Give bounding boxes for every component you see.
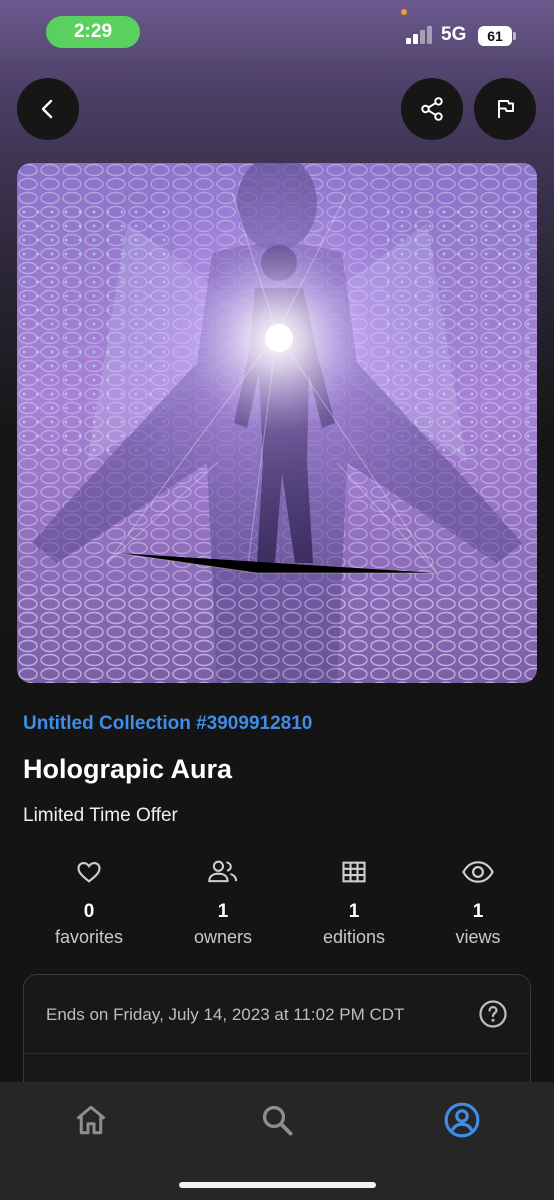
status-bar: 2:29 5G 61	[0, 0, 554, 64]
item-title: Holograpic Aura	[23, 754, 233, 784]
profile-icon	[444, 1102, 480, 1138]
favorites-label: favorites	[54, 927, 124, 947]
nav-search[interactable]	[249, 1092, 305, 1148]
status-time: 2:29	[46, 16, 140, 48]
people-icon	[208, 860, 238, 883]
share-icon	[421, 97, 443, 121]
stat-views[interactable]: 1 views	[418, 855, 538, 948]
chevron-left-icon	[41, 99, 53, 119]
views-label: views	[455, 927, 501, 947]
privacy-indicator-dot	[401, 9, 407, 15]
card-divider	[24, 1053, 530, 1054]
help-button[interactable]	[478, 999, 508, 1034]
editions-count: 1	[348, 901, 360, 922]
editions-label: editions	[322, 927, 386, 947]
home-indicator[interactable]	[179, 1182, 376, 1188]
signal-icon	[406, 26, 434, 44]
nav-home[interactable]	[63, 1092, 119, 1148]
heart-icon	[77, 861, 101, 883]
artwork-image[interactable]	[17, 163, 537, 683]
stat-editions[interactable]: 1 editions	[294, 855, 414, 948]
search-icon	[262, 1105, 293, 1136]
views-count: 1	[472, 901, 484, 922]
sale-end-date: Ends on Friday, July 14, 2023 at 11:02 P…	[46, 1005, 405, 1024]
collection-link[interactable]: Untitled Collection #3909912810	[23, 713, 312, 735]
stat-owners[interactable]: 1 owners	[163, 855, 283, 948]
owners-label: owners	[193, 927, 253, 947]
nav-profile[interactable]	[434, 1092, 490, 1148]
stat-favorites[interactable]: 0 favorites	[29, 855, 149, 948]
holographic-figure-artwork	[17, 163, 537, 683]
flag-icon	[498, 100, 514, 118]
favorites-count: 0	[83, 901, 95, 922]
back-button[interactable]	[17, 78, 79, 140]
owners-count: 1	[217, 901, 229, 922]
battery-tip	[513, 32, 516, 40]
share-button[interactable]	[401, 78, 463, 140]
home-icon	[76, 1105, 106, 1135]
item-description: Limited Time Offer	[23, 805, 178, 826]
grid-icon	[342, 861, 366, 883]
question-circle-icon	[479, 1000, 507, 1028]
report-button[interactable]	[474, 78, 536, 140]
eye-icon	[462, 861, 494, 883]
battery-icon: 61	[478, 26, 512, 46]
network-type: 5G	[441, 24, 467, 45]
